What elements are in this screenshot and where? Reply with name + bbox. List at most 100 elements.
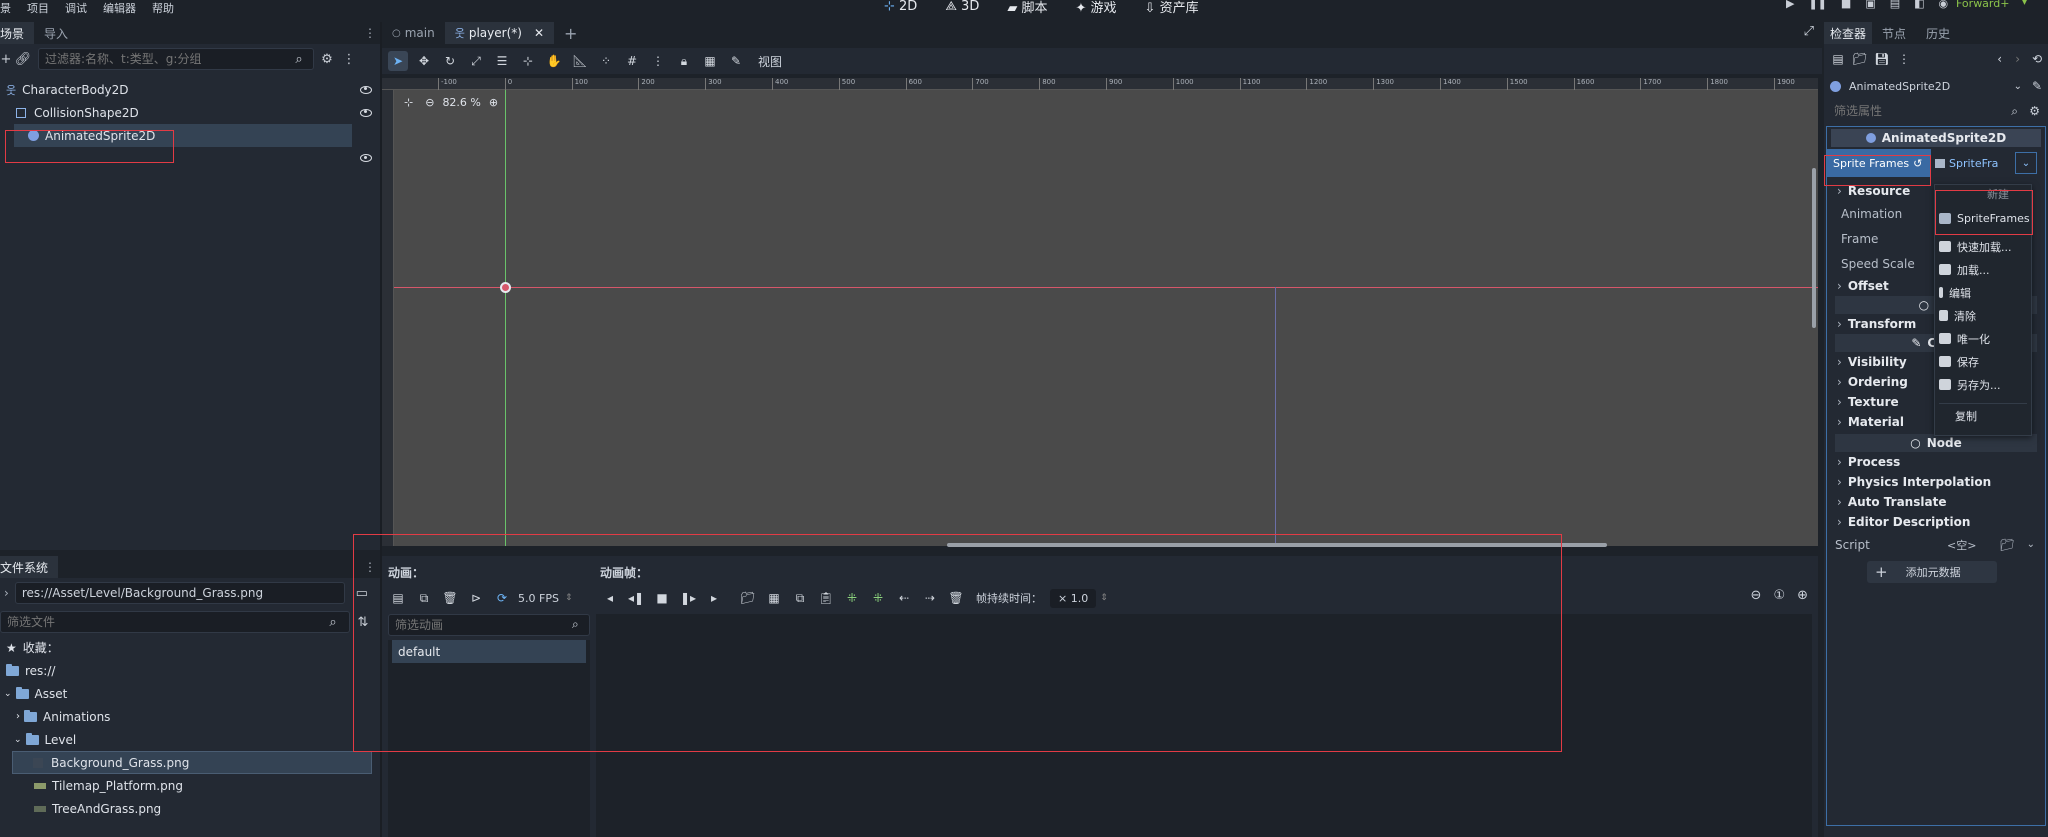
zoom-reset-icon[interactable]: ① xyxy=(1773,588,1785,603)
menu-project[interactable]: 项目 xyxy=(27,0,49,16)
scale-mode-icon[interactable]: ⤢ xyxy=(466,51,486,71)
inspector-menu-icon[interactable]: ⋮ xyxy=(1894,49,1914,69)
mode-game-button[interactable]: ✦ 游戏 xyxy=(1075,0,1130,16)
stop-icon[interactable]: ■ xyxy=(652,588,672,608)
tree-node-characterbody2d[interactable]: 웃 CharacterBody2D xyxy=(0,78,380,101)
group-icon[interactable]: ▦ xyxy=(700,51,720,71)
menu-copy[interactable]: 复制 xyxy=(1935,404,2031,427)
remote-debug-icon[interactable]: ▣ xyxy=(1865,0,1875,10)
menu-editor[interactable]: 编辑器 xyxy=(103,0,136,16)
move-mode-icon[interactable]: ✥ xyxy=(414,51,434,71)
zoom-in-icon[interactable]: ⊕ xyxy=(1797,588,1808,603)
load-frames-icon[interactable]: 📁︎ xyxy=(738,588,758,608)
section-auto-translate[interactable]: Auto Translate xyxy=(1827,492,2045,512)
object-history-icon[interactable]: ⟲ xyxy=(2032,52,2042,66)
insert-after-icon[interactable]: ⁜ xyxy=(868,588,888,608)
mode-script-button[interactable]: ▰ 脚本 xyxy=(1007,0,1061,16)
visibility-eye-icon[interactable] xyxy=(360,154,372,162)
mode-3d-button[interactable]: ⟁ 3D xyxy=(945,0,993,14)
distraction-free-icon[interactable]: ⤢ xyxy=(1804,24,1814,39)
rotate-mode-icon[interactable]: ↻ xyxy=(440,51,460,71)
play-backwards-start-icon[interactable]: ◂ xyxy=(600,588,620,608)
attach-script-icon[interactable]: ⚙ xyxy=(316,48,338,70)
pan-mode-icon[interactable]: ✋ xyxy=(544,51,564,71)
selected-node-row[interactable]: AnimatedSprite2D ⌄ ✎ xyxy=(1824,74,2048,98)
revert-icon[interactable]: ↺ xyxy=(1913,157,1922,170)
snap-options-icon[interactable]: ⋮ xyxy=(648,51,668,71)
copy-frame-icon[interactable]: ⧉ xyxy=(790,588,810,608)
skeleton-icon[interactable]: ✎ xyxy=(726,51,746,71)
save-resource-icon[interactable]: 💾︎ xyxy=(1872,49,1892,69)
load-spritesheet-icon[interactable]: ▦ xyxy=(764,588,784,608)
property-filter-input[interactable] xyxy=(1828,100,2008,122)
play-icon[interactable]: ❚▸ xyxy=(678,588,698,608)
history-forward-icon[interactable]: › xyxy=(2015,52,2020,66)
play-start-icon[interactable]: ▸ xyxy=(704,588,724,608)
sprite-frames-value[interactable]: SpriteFra xyxy=(1931,149,2013,177)
fs-path-input[interactable] xyxy=(14,582,345,604)
tool-icon[interactable]: ✎ xyxy=(2032,79,2042,93)
fps-field[interactable]: 5.0 FPS xyxy=(518,592,559,605)
zoom-out-icon[interactable]: ⊖ xyxy=(425,96,434,109)
script-value[interactable]: <空> xyxy=(1947,537,1976,553)
zoom-in-icon[interactable]: ⊕ xyxy=(489,96,498,109)
tab-player[interactable]: 웃 player(*) ✕ xyxy=(444,22,554,44)
tab-filesystem[interactable]: 文件系统 xyxy=(0,556,59,578)
mode-2d-button[interactable]: ⊹ 2D xyxy=(884,0,931,14)
move-right-icon[interactable]: ⇢ xyxy=(920,588,940,608)
vertical-scrollbar[interactable] xyxy=(1812,168,1816,328)
tab-node[interactable]: 节点 xyxy=(1872,22,1916,44)
tab-scene[interactable]: 场景 xyxy=(0,22,35,44)
menu-make-unique[interactable]: 唯一化 xyxy=(1935,327,2031,350)
fs-folder-asset[interactable]: ⌄ Asset xyxy=(0,682,380,705)
filter-options-icon[interactable]: ⚙ xyxy=(2029,104,2040,118)
visibility-eye-icon[interactable] xyxy=(360,108,372,117)
paste-frame-icon[interactable]: 📋︎ xyxy=(816,588,836,608)
duplicate-animation-icon[interactable]: ⧉ xyxy=(414,588,434,608)
animation-item-default[interactable]: default xyxy=(392,640,586,663)
fs-folder-animations[interactable]: › Animations xyxy=(0,705,380,728)
canvas-viewport[interactable]: -100 0 100 200 300 400 500 600 700 800 900 1000 1100… xyxy=(382,78,1818,547)
duration-spinner-icon[interactable]: ⇕ xyxy=(1100,593,1108,603)
frames-grid[interactable] xyxy=(596,614,1812,837)
tab-inspector[interactable]: 检查器 xyxy=(1824,22,1873,44)
menu-edit[interactable]: 编辑 xyxy=(1935,281,2031,304)
open-resource-icon[interactable]: 📁︎ xyxy=(1850,49,1870,69)
scene-tree-menu-icon[interactable]: ⋮ xyxy=(338,48,360,70)
play-custom-icon[interactable]: ◧ xyxy=(1914,0,1924,10)
add-metadata-button[interactable]: + 添加元数据 xyxy=(1867,561,1997,583)
menu-help[interactable]: 帮助 xyxy=(152,0,174,16)
origin-marker-icon[interactable] xyxy=(500,282,511,293)
menu-save-as[interactable]: 另存为... xyxy=(1935,373,2031,396)
chevron-down-icon[interactable]: ⌄ xyxy=(2027,539,2035,550)
section-editor-description[interactable]: Editor Description xyxy=(1827,512,2045,532)
menu-quick-load[interactable]: 快速加载... xyxy=(1935,235,2031,258)
menu-new-spriteframes[interactable]: SpriteFrames xyxy=(1935,205,2031,231)
play-icon[interactable]: ▶ xyxy=(1786,0,1794,10)
pivot-mode-icon[interactable]: ⊹ xyxy=(518,51,538,71)
center-view-icon[interactable]: ⊹ xyxy=(404,96,413,109)
horizontal-scrollbar[interactable] xyxy=(947,543,1607,547)
menu-clear[interactable]: 清除 xyxy=(1935,304,2031,327)
menu-save[interactable]: 保存 xyxy=(1935,350,2031,373)
fs-favorites[interactable]: ★ 收藏： xyxy=(0,636,380,659)
add-node-icon[interactable]: + xyxy=(0,48,12,70)
section-process[interactable]: Process xyxy=(1827,452,2045,472)
grid-snap-icon[interactable]: # xyxy=(622,51,642,71)
fps-spinner-icon[interactable]: ⇕ xyxy=(565,593,573,603)
add-animation-icon[interactable]: ▤ xyxy=(388,588,408,608)
dock-menu-icon[interactable]: ⋮ xyxy=(364,560,376,574)
select-mode-icon[interactable]: ➤ xyxy=(388,51,408,71)
fs-filter-input[interactable] xyxy=(0,611,350,633)
zoom-level[interactable]: 82.6 % xyxy=(442,96,480,109)
tab-import[interactable]: 导入 xyxy=(34,22,78,44)
chevron-right-icon[interactable]: › xyxy=(4,586,9,600)
new-resource-icon[interactable]: ▤ xyxy=(1828,49,1848,69)
movie-icon[interactable]: ◉ xyxy=(1939,0,1949,10)
insert-before-icon[interactable]: ⁜ xyxy=(842,588,862,608)
fs-res-root[interactable]: res:// xyxy=(0,659,380,682)
fs-file-background-grass[interactable]: Background_Grass.png xyxy=(12,751,372,774)
animation-filter-input[interactable] xyxy=(388,614,590,636)
dock-menu-icon[interactable]: ⋮ xyxy=(364,26,376,40)
link-icon[interactable]: 🔗︎ xyxy=(12,48,34,70)
